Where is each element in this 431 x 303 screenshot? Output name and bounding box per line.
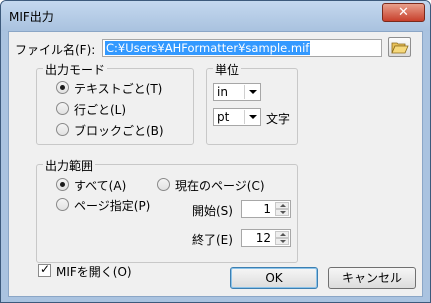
ok-button[interactable]: OK (230, 267, 318, 289)
file-path-input[interactable]: C:¥Users¥AHFormatter¥sample.mif (102, 39, 382, 57)
chevron-down-icon (244, 85, 259, 99)
dialog-title: MIF出力 (9, 10, 54, 24)
block-mode-label: ブロックごと(B) (74, 124, 164, 138)
spin-down-icon[interactable] (275, 238, 289, 245)
close-icon: ✕ (398, 5, 409, 20)
text-mode-label: テキストごと(T) (74, 82, 163, 96)
font-size-unit-select[interactable]: pt (213, 108, 261, 126)
output-mode-title: 出力モード (43, 61, 108, 78)
dialog-body: ファイル名(F): C:¥Users¥AHFormatter¥sample.mi… (8, 31, 423, 297)
radio-text-mode[interactable] (56, 81, 69, 94)
radio-block-mode[interactable] (56, 123, 69, 136)
open-mif-label: MIFを開く(O) (56, 265, 132, 279)
chevron-down-icon (244, 110, 259, 124)
start-page-spin-buttons[interactable] (275, 202, 289, 216)
radio-all-pages[interactable] (56, 178, 69, 191)
font-size-suffix: 文字 (266, 112, 291, 126)
spin-down-icon[interactable] (275, 209, 289, 216)
radio-current-page[interactable] (157, 178, 170, 191)
spin-up-icon[interactable] (275, 231, 289, 238)
close-button[interactable]: ✕ (382, 3, 425, 22)
mif-export-dialog: MIF出力 ✕ ファイル名(F): C:¥Users¥AHFormatter¥s… (0, 0, 431, 303)
spin-up-icon[interactable] (275, 202, 289, 209)
radio-page-range[interactable] (56, 198, 69, 211)
cancel-button[interactable]: キャンセル (328, 267, 416, 289)
browse-button[interactable] (388, 37, 411, 57)
output-range-title: 出力範囲 (43, 157, 96, 174)
folder-open-icon (391, 42, 409, 54)
unit-group: 単位 (206, 61, 298, 145)
end-page-value: 12 (255, 231, 271, 245)
end-page-spinner[interactable]: 12 (241, 229, 291, 247)
open-mif-checkbox[interactable] (38, 262, 51, 277)
start-page-value: 1 (263, 202, 271, 216)
radio-line-mode[interactable] (56, 102, 69, 115)
start-page-label: 開始(S) (192, 204, 233, 218)
title-bar: MIF出力 ✕ (1, 1, 430, 31)
end-page-spin-buttons[interactable] (275, 231, 289, 245)
end-page-label: 終了(E) (192, 233, 233, 247)
page-range-label: ページ指定(P) (74, 199, 151, 213)
font-size-unit-value: pt (217, 110, 230, 124)
start-page-spinner[interactable]: 1 (241, 200, 291, 218)
unit-select[interactable]: in (213, 83, 261, 101)
line-mode-label: 行ごと(L) (74, 103, 127, 117)
file-name-label: ファイル名(F): (15, 43, 96, 57)
file-path-value: C:¥Users¥AHFormatter¥sample.mif (105, 41, 311, 55)
unit-title: 単位 (213, 61, 242, 78)
current-page-label: 現在のページ(C) (175, 179, 265, 193)
all-pages-label: すべて(A) (74, 179, 127, 193)
unit-select-value: in (217, 85, 228, 99)
